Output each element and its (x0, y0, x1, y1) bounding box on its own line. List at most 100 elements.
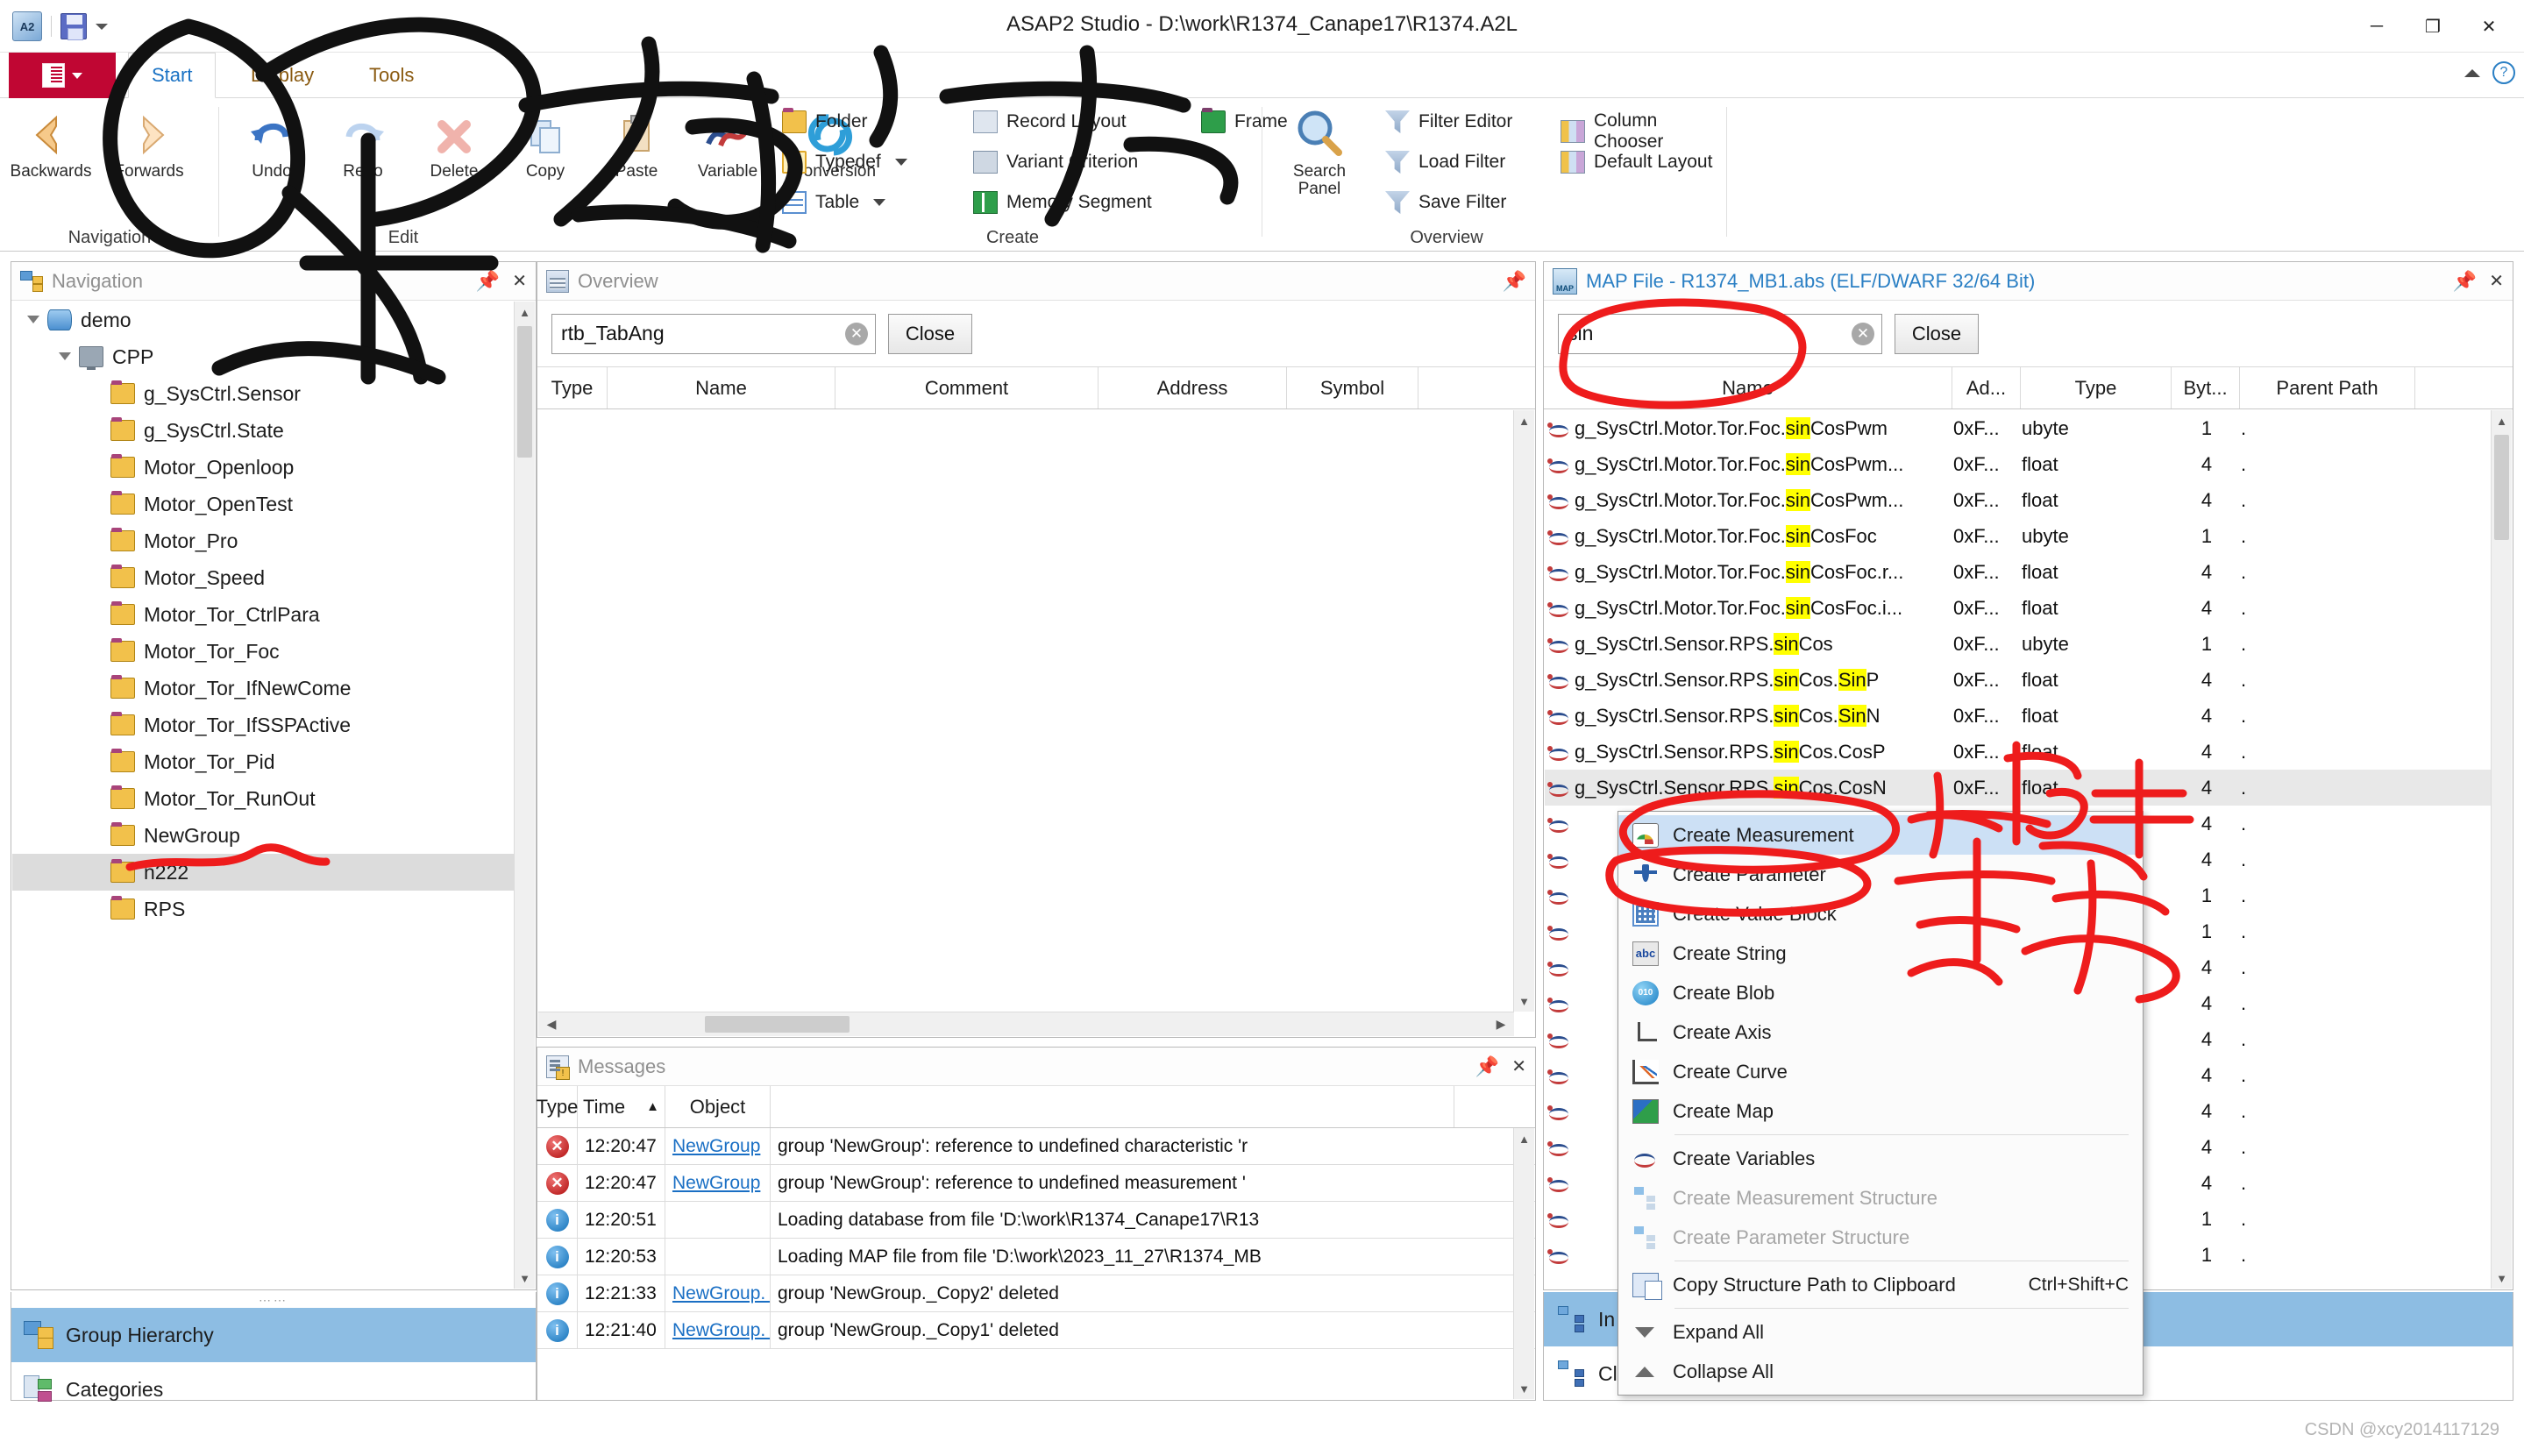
scroll-thumb[interactable] (2494, 435, 2509, 540)
context-menu-item-create-curve[interactable]: Create Curve (1618, 1052, 2143, 1091)
pin-icon[interactable]: 📌 (1503, 270, 1526, 293)
chevron-down-icon[interactable] (881, 118, 894, 125)
context-menu-item-create-variables[interactable]: Create Variables (1618, 1139, 2143, 1178)
messages-column-headers[interactable]: Type Time ▲ Object (537, 1086, 1535, 1128)
tree-item[interactable]: Motor_Tor_CtrlPara (12, 596, 515, 633)
close-icon[interactable]: ✕ (2489, 270, 2504, 292)
message-object-link[interactable]: NewGroup._Copy (672, 1283, 770, 1304)
overview-column-header[interactable]: Address (1098, 367, 1287, 408)
messages-column-header[interactable]: Type (537, 1086, 578, 1127)
tree-item[interactable]: n222 (12, 854, 515, 891)
map-vertical-scrollbar[interactable]: ▲ ▼ (2491, 410, 2512, 1289)
help-icon[interactable]: ? (2492, 61, 2515, 84)
save-filter-item[interactable]: Save Filter (1385, 191, 1506, 214)
chevron-up-icon[interactable] (2464, 68, 2480, 77)
tree-item[interactable]: Motor_Openloop (12, 449, 515, 486)
overview-search-box[interactable]: ✕ (551, 313, 876, 354)
scroll-thumb[interactable] (705, 1016, 850, 1033)
close-icon[interactable]: ✕ (1511, 1055, 1526, 1077)
undo-button[interactable]: Undo (226, 105, 317, 181)
create-record-layout-item[interactable]: Record Layout (973, 110, 1127, 133)
overview-column-header[interactable]: Name (608, 367, 835, 408)
map-column-header[interactable]: Name (1544, 367, 1952, 408)
tree-item[interactable]: Motor_Pro (12, 522, 515, 559)
map-row[interactable]: g_SysCtrl.Sensor.RPS.sinCos 0xF... ubyte 1. (1545, 626, 2491, 662)
scroll-down-arrow[interactable]: ▼ (1514, 1378, 1534, 1399)
expander-icon[interactable] (25, 310, 44, 330)
context-menu-item-create-map[interactable]: Create Map (1618, 1091, 2143, 1131)
clear-icon[interactable]: ✕ (845, 322, 868, 345)
tree-item[interactable]: CPP (12, 338, 515, 375)
minimize-button[interactable]: ─ (2349, 7, 2405, 46)
scroll-down-arrow[interactable]: ▼ (1514, 991, 1534, 1012)
chevron-down-icon[interactable] (894, 159, 907, 166)
message-row[interactable]: ✕ 12:20:47 NewGroup group 'NewGroup': refer… (537, 1128, 1535, 1165)
message-object-link[interactable]: NewGroup._Copy (672, 1320, 770, 1341)
map-row[interactable]: g_SysCtrl.Motor.Tor.Foc.sinCosFoc.i... 0x… (1545, 590, 2491, 626)
resize-grip[interactable]: ⋯⋯ (11, 1292, 536, 1308)
messages-column-header[interactable]: Time ▲ (578, 1086, 665, 1127)
messages-vertical-scrollbar[interactable]: ▲ ▼ (1513, 1128, 1534, 1399)
context-menu-item-create-parameter[interactable]: Create Parameter (1618, 855, 2143, 894)
pin-icon[interactable]: 📌 (2453, 270, 2477, 293)
overview-column-headers[interactable]: Type Name Comment Address Symbol (537, 367, 1535, 409)
nav-footer-item-categories[interactable]: Categories (11, 1362, 536, 1417)
context-menu-item-create-string[interactable]: Create String (1618, 934, 2143, 973)
map-row[interactable]: g_SysCtrl.Sensor.RPS.sinCos.SinN 0xF... fl… (1545, 698, 2491, 734)
context-menu-item-create-measurement[interactable]: Create Measurement (1618, 815, 2143, 855)
scroll-down-arrow[interactable]: ▼ (2492, 1268, 2512, 1289)
create-folder-item[interactable]: Folder (782, 108, 894, 133)
message-row[interactable]: i12:21:40 NewGroup._Copy group 'NewGroup._… (537, 1312, 1535, 1349)
tree-item[interactable]: Motor_Tor_Foc (12, 633, 515, 670)
copy-button[interactable]: Copy (500, 105, 591, 181)
tab-tools[interactable]: Tools (346, 53, 437, 98)
pin-icon[interactable]: 📌 (476, 270, 500, 293)
overview-column-header[interactable]: Type (537, 367, 608, 408)
message-row[interactable]: i 12:20:53 Loading MAP file from file 'D:\… (537, 1239, 1535, 1275)
context-menu-item-create-blob[interactable]: Create Blob (1618, 973, 2143, 1012)
tab-start[interactable]: Start (128, 53, 217, 98)
messages-grid-body[interactable]: ✕ 12:20:47 NewGroup group 'NewGroup': refer… (537, 1128, 1535, 1349)
scroll-left-arrow[interactable]: ◀ (538, 1012, 565, 1036)
close-icon[interactable]: ✕ (512, 270, 527, 292)
create-memory-segment-item[interactable]: Memory Segment (973, 191, 1152, 214)
backwards-button[interactable]: Backwards (5, 105, 96, 181)
overview-column-header[interactable]: Comment (835, 367, 1098, 408)
map-close-button[interactable]: Close (1895, 313, 1979, 354)
tree-item[interactable]: g_SysCtrl.Sensor (12, 375, 515, 412)
context-menu-item-create-axis[interactable]: Create Axis (1618, 1012, 2143, 1052)
scroll-up-arrow[interactable]: ▲ (515, 302, 535, 323)
map-column-header[interactable]: Ad... (1952, 367, 2021, 408)
maximize-button[interactable]: ❐ (2405, 7, 2461, 46)
window-controls[interactable]: ─ ❐ ✕ (2349, 7, 2517, 46)
map-search-box[interactable]: ✕ (1558, 313, 1882, 354)
messages-column-header[interactable] (771, 1086, 1454, 1127)
scroll-down-arrow[interactable]: ▼ (515, 1268, 535, 1289)
expander-icon[interactable] (56, 347, 75, 366)
map-row[interactable]: g_SysCtrl.Motor.Tor.Foc.sinCosFoc 0xF... u… (1545, 518, 2491, 554)
message-row[interactable]: ✕ 12:20:47 NewGroup group 'NewGroup': refer… (537, 1165, 1535, 1202)
search-panel-button[interactable]: Search Panel (1271, 105, 1368, 198)
scroll-up-arrow[interactable]: ▲ (2492, 410, 2512, 431)
map-row[interactable]: g_SysCtrl.Sensor.RPS.sinCos.CosN 0xF... fl… (1545, 770, 2491, 806)
context-menu-item-create-value-block[interactable]: Create Value Block (1618, 894, 2143, 934)
create-table-item[interactable]: Table (782, 191, 886, 214)
tree-item[interactable]: Motor_OpenTest (12, 486, 515, 522)
tree-item[interactable]: RPS (12, 891, 515, 927)
pin-icon[interactable]: 📌 (1475, 1055, 1499, 1078)
variable-button[interactable]: Variable (682, 105, 773, 181)
context-menu-item-expand-all[interactable]: Expand All (1618, 1312, 2143, 1352)
map-row[interactable]: g_SysCtrl.Sensor.RPS.sinCos.SinP 0xF... fl… (1545, 662, 2491, 698)
map-column-header[interactable]: Byt... (2172, 367, 2240, 408)
messages-column-header[interactable]: Object (665, 1086, 771, 1127)
scroll-thumb[interactable] (517, 326, 532, 458)
overview-close-button[interactable]: Close (888, 313, 972, 354)
navigation-scrollbar[interactable]: ▲ ▼ (514, 302, 535, 1289)
column-chooser-item[interactable]: Column Chooser (1561, 110, 1727, 153)
tree-item[interactable]: Motor_Tor_RunOut (12, 780, 515, 817)
nav-footer-item-group-hierarchy[interactable]: Group Hierarchy (11, 1308, 536, 1362)
create-variant-criterion-item[interactable]: Variant Criterion (973, 151, 1138, 174)
map-column-header[interactable]: Parent Path (2240, 367, 2415, 408)
clear-icon[interactable]: ✕ (1852, 322, 1874, 345)
filter-editor-item[interactable]: Filter Editor (1385, 110, 1512, 133)
